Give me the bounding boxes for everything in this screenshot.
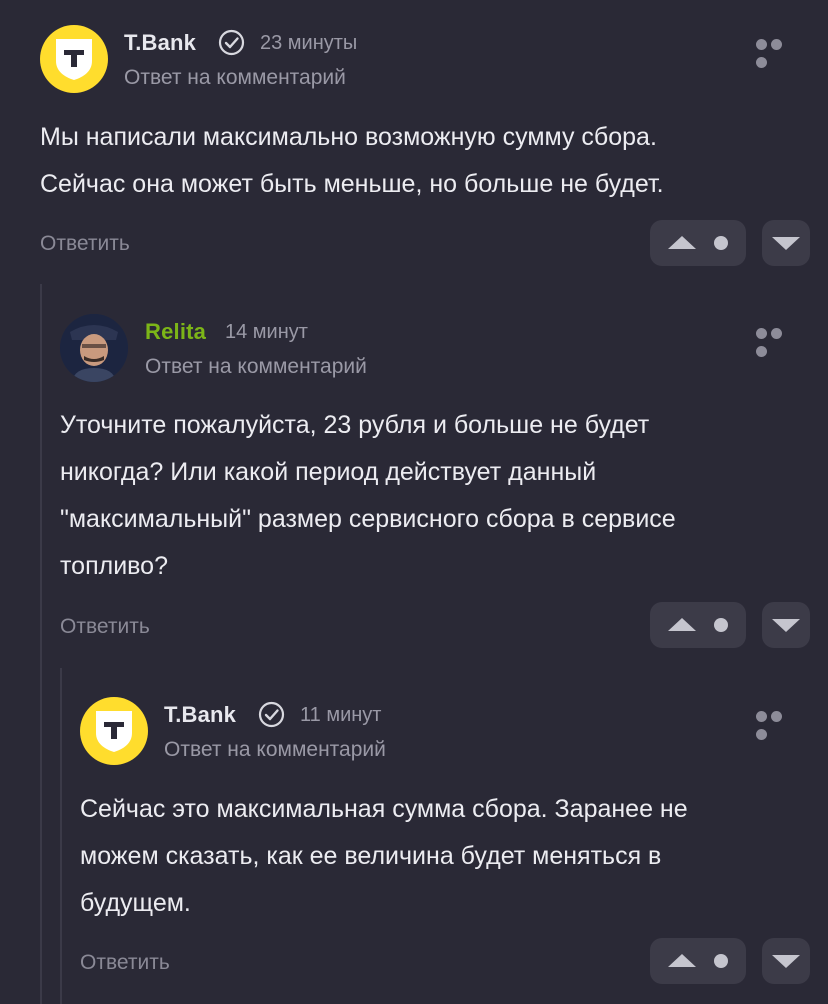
upvote-button[interactable] <box>650 220 746 266</box>
author-name[interactable]: T.Bank <box>124 30 196 56</box>
more-dots-icon[interactable] <box>756 709 800 740</box>
t-bank-logo-icon <box>56 39 92 80</box>
comment-text: Мы написали максимально возможную сумму … <box>40 114 664 208</box>
upvote-icon <box>668 954 696 967</box>
more-dots-icon[interactable] <box>756 326 800 357</box>
downvote-button[interactable] <box>762 602 810 648</box>
comment-text-line: Уточните пожалуйста, 23 рубля и больше н… <box>60 411 650 439</box>
downvote-icon <box>772 619 800 632</box>
comment-text-line: Мы написали максимально возможную сумму … <box>40 123 657 151</box>
downvote-icon <box>772 955 800 968</box>
upvote-button[interactable] <box>650 938 746 984</box>
comment-text-line: никогда? Или какой период действует данн… <box>60 458 597 486</box>
reply-button[interactable]: Ответить <box>80 951 170 975</box>
author-name[interactable]: T.Bank <box>164 702 236 728</box>
downvote-button[interactable] <box>762 220 810 266</box>
upvote-icon <box>668 618 696 631</box>
reply-button[interactable]: Ответить <box>60 615 150 639</box>
comment-text-line: Сейчас это максимальная сумма сбора. Зар… <box>80 795 688 823</box>
comment-text-line: "максимальный" размер сервисного сбора в… <box>60 505 676 533</box>
avatar[interactable] <box>80 697 148 765</box>
author-name[interactable]: Relita <box>145 319 206 345</box>
comment-text-line: Сейчас она может быть меньше, но больше … <box>40 170 664 198</box>
verified-check-icon <box>218 29 245 56</box>
reply-to-label[interactable]: Ответ на комментарий <box>124 66 346 90</box>
comment-text-line: будущем. <box>80 889 191 917</box>
reply-to-label[interactable]: Ответ на комментарий <box>164 738 386 762</box>
score-indicator <box>714 954 728 968</box>
upvote-button[interactable] <box>650 602 746 648</box>
thread-line-level-2 <box>60 668 62 1004</box>
upvote-icon <box>668 236 696 249</box>
comment-time[interactable]: 23 минуты <box>260 32 357 55</box>
verified-check-icon <box>258 701 285 728</box>
avatar[interactable] <box>40 25 108 93</box>
thread-line-level-1 <box>40 284 42 1004</box>
more-dots-icon[interactable] <box>756 37 800 68</box>
comment-text-line: топливо? <box>60 552 168 580</box>
user-photo-icon <box>60 314 128 382</box>
t-bank-logo-icon <box>96 711 132 752</box>
reply-button[interactable]: Ответить <box>40 232 130 256</box>
reply-to-label[interactable]: Ответ на комментарий <box>145 355 367 379</box>
comment-text: Сейчас это максимальная сумма сбора. Зар… <box>80 786 688 927</box>
score-indicator <box>714 618 728 632</box>
comment-text: Уточните пожалуйста, 23 рубля и больше н… <box>60 402 676 590</box>
avatar[interactable] <box>60 314 128 382</box>
comment-time[interactable]: 14 минут <box>225 321 308 344</box>
downvote-button[interactable] <box>762 938 810 984</box>
comment-thread: T.Bank 23 минуты Ответ на комментарий Мы… <box>0 0 828 1004</box>
downvote-icon <box>772 237 800 250</box>
comment-text-line: можем сказать, как ее величина будет мен… <box>80 842 662 870</box>
score-indicator <box>714 236 728 250</box>
comment-time[interactable]: 11 минут <box>300 704 381 727</box>
